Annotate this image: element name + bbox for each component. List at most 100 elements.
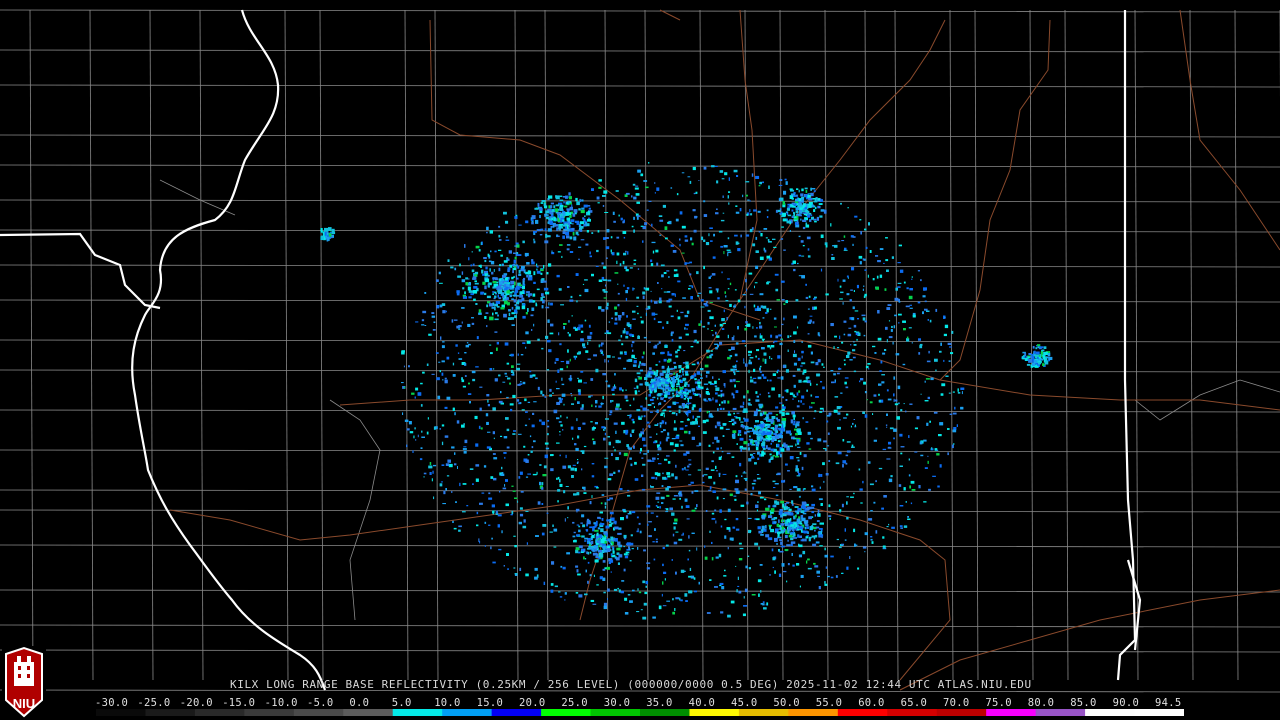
echo-pixel [591, 541, 594, 544]
county-line [0, 164, 1280, 168]
echo-pixel [714, 425, 717, 429]
echo-pixel [614, 322, 618, 325]
echo-pixel [549, 388, 552, 392]
echo-pixel [566, 225, 569, 229]
echo-pixel [907, 516, 909, 518]
echo-pixel [729, 282, 732, 286]
echo-pixel [586, 230, 589, 233]
echo-pixel [671, 512, 675, 516]
echo-pixel [471, 317, 474, 319]
echo-pixel [519, 294, 524, 298]
echo-pixel [909, 403, 913, 405]
echo-pixel [611, 388, 615, 391]
echo-pixel [752, 486, 755, 490]
echo-pixel [611, 546, 615, 548]
echo-pixel [738, 558, 743, 561]
echo-pixel [823, 209, 827, 214]
echo-pixel [684, 405, 689, 408]
echo-pixel [822, 386, 825, 390]
echo-pixel [867, 363, 871, 365]
echo-pixel [671, 380, 677, 383]
county-line [824, 9, 829, 681]
echo-pixel [918, 485, 921, 489]
echo-pixel [700, 306, 705, 308]
echo-pixel [489, 368, 493, 371]
echo-pixel [772, 454, 775, 457]
echo-pixel [584, 537, 588, 540]
colorbar-segment [392, 709, 443, 716]
echo-pixel [604, 332, 607, 334]
echo-pixel [681, 252, 685, 254]
echo-pixel [881, 374, 885, 376]
echo-pixel [727, 508, 731, 513]
echo-pixel [702, 325, 706, 328]
echo-pixel [688, 396, 690, 399]
echo-pixel [700, 377, 703, 379]
echo-pixel [741, 475, 743, 477]
echo-pixel [810, 506, 815, 509]
echo-pixel [819, 545, 823, 547]
echo-pixel [646, 567, 650, 570]
echo-pixel [486, 446, 491, 449]
echo-pixel [806, 442, 810, 445]
echo-pixel [464, 363, 467, 366]
echo-pixel [787, 206, 791, 209]
echo-pixel [710, 350, 713, 352]
echo-pixel [643, 180, 648, 182]
echo-pixel [779, 342, 783, 346]
echo-pixel [559, 434, 561, 436]
echo-pixel [737, 248, 741, 252]
echo-pixel [511, 298, 514, 300]
echo-pixel [555, 195, 560, 200]
echo-pixel [690, 421, 693, 425]
echo-pixel [635, 193, 640, 196]
echo-pixel [824, 547, 826, 551]
echo-pixel [769, 574, 771, 576]
echo-pixel [814, 514, 816, 517]
echo-pixel [586, 542, 589, 545]
echo-pixel [616, 403, 620, 407]
echo-pixel [759, 333, 761, 336]
echo-pixel [735, 380, 740, 383]
echo-pixel [666, 494, 670, 497]
echo-pixel [797, 262, 799, 265]
echo-pixel [585, 350, 589, 353]
echo-pixel [536, 288, 540, 291]
echo-pixel [462, 287, 465, 290]
echo-pixel [740, 447, 742, 452]
echo-pixel [455, 501, 457, 503]
echo-pixel [931, 447, 933, 450]
echo-pixel [819, 215, 823, 218]
echo-pixel [401, 382, 404, 384]
echo-pixel [885, 424, 888, 426]
echo-pixel [520, 491, 524, 493]
echo-pixel [727, 237, 730, 240]
county-line [0, 134, 1280, 138]
echo-pixel [805, 224, 810, 228]
echo-pixel [670, 244, 674, 247]
echo-pixel [680, 444, 684, 447]
echo-pixel [625, 250, 627, 253]
echo-pixel [760, 603, 763, 605]
echo-pixel [604, 505, 607, 509]
echo-pixel [597, 516, 601, 519]
echo-pixel [545, 233, 548, 238]
echo-pixel [479, 386, 483, 388]
echo-pixel [454, 412, 456, 416]
echo-pixel [573, 236, 577, 241]
echo-pixel [614, 556, 617, 559]
echo-pixel [588, 533, 593, 535]
echo-pixel [500, 391, 502, 394]
echo-pixel [828, 504, 831, 508]
echo-pixel [842, 302, 844, 305]
echo-pixel [735, 211, 740, 214]
echo-pixel [744, 588, 748, 593]
echo-pixel [421, 319, 425, 322]
echo-pixel [781, 418, 787, 422]
echo-pixel [676, 392, 679, 394]
echo-pixel [754, 462, 757, 465]
echo-pixel [522, 285, 525, 289]
echo-pixel [610, 249, 612, 253]
echo-pixel [642, 428, 644, 431]
echo-pixel [598, 279, 603, 282]
